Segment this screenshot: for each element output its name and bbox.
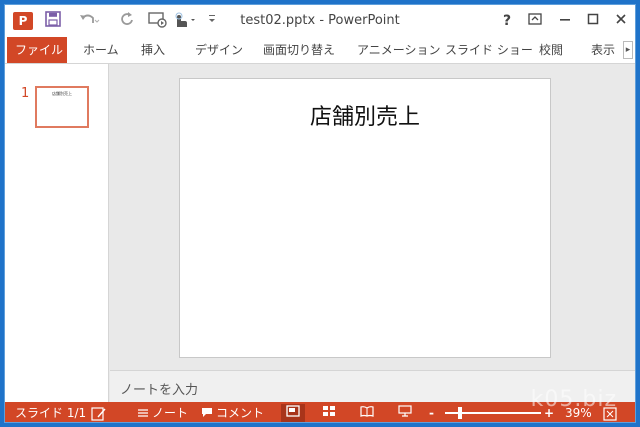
slide-canvas[interactable]: 店舗別売上 — [179, 78, 551, 358]
tab-insert[interactable]: 挿入 — [133, 37, 173, 63]
help-icon[interactable]: ? — [497, 11, 517, 31]
comments-label: コメント — [216, 406, 265, 420]
slide-title[interactable]: 店舗別売上 — [180, 99, 550, 131]
tab-file[interactable]: ファイル — [7, 37, 67, 63]
slide-editing-area: 店舗別売上 — [110, 64, 635, 370]
thumbnail-title: 店舗別売上 — [52, 91, 72, 96]
comment-icon — [201, 403, 213, 423]
tab-animations[interactable]: アニメーション — [349, 37, 449, 63]
maximize-icon[interactable] — [583, 11, 603, 31]
minimize-icon[interactable] — [555, 11, 575, 31]
powerpoint-window: P test02.pptx - PowerPoint ? ファイル ホーム 挿入… — [4, 4, 636, 423]
tab-transitions[interactable]: 画面切り替え — [255, 37, 343, 63]
slide-thumbnail[interactable]: 店舗別売上 — [35, 86, 89, 128]
notes-placeholder: ノートを入力 — [120, 383, 199, 398]
notes-icon — [137, 403, 149, 423]
title-bar: P test02.pptx - PowerPoint ? — [5, 5, 635, 37]
tab-view[interactable]: 表示 — [583, 37, 623, 63]
close-icon[interactable] — [611, 11, 631, 31]
slide-sorter-view-icon[interactable] — [317, 404, 341, 422]
main-area: 1 店舗別売上 店舗別売上 ノートを入力 — [5, 63, 635, 403]
notes-toggle-button[interactable]: ノート — [137, 402, 189, 423]
slide-counter: スライド 1/1 — [15, 406, 87, 420]
notes-label: ノート — [152, 406, 189, 420]
tab-slideshow[interactable]: スライド ショー — [437, 37, 541, 63]
tab-home[interactable]: ホーム — [75, 37, 127, 63]
zoom-out-icon[interactable]: - — [429, 402, 434, 422]
thumbnail-number: 1 — [21, 86, 30, 101]
reading-view-icon[interactable] — [355, 404, 379, 422]
ribbon-display-options-icon[interactable] — [525, 11, 545, 31]
spellcheck-icon[interactable] — [91, 402, 107, 422]
normal-view-icon[interactable] — [281, 404, 305, 422]
tab-review[interactable]: 校閲 — [531, 37, 571, 63]
zoom-slider-thumb[interactable] — [458, 407, 463, 419]
slideshow-view-icon[interactable] — [393, 404, 417, 422]
ribbon-tab-bar: ファイル ホーム 挿入 デザイン 画面切り替え アニメーション スライド ショー… — [5, 37, 635, 63]
watermark-text: k05.biz — [530, 387, 617, 412]
slide-thumbnail-pane[interactable]: 1 店舗別売上 — [5, 64, 109, 402]
tab-design[interactable]: デザイン — [187, 37, 251, 63]
tab-scroll-right-icon[interactable]: ▸ — [623, 41, 633, 59]
comments-toggle-button[interactable]: コメント — [201, 402, 265, 423]
